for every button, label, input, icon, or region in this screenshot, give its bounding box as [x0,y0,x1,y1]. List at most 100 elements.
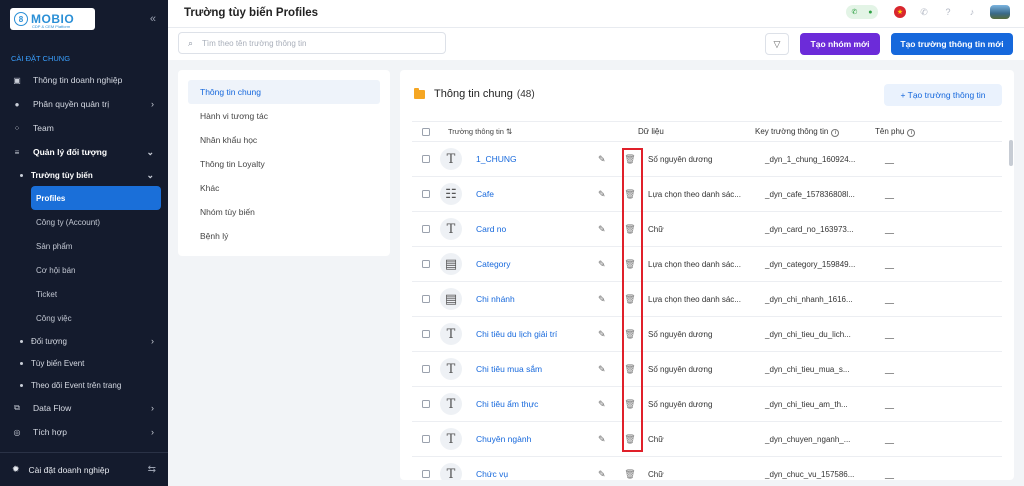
edit-icon[interactable]: ✎ [598,154,618,165]
page-title: Trường tùy biến Profiles [184,7,319,19]
row-checkbox[interactable] [422,365,430,373]
sidebar-leaf-tasks[interactable]: Công việc [31,306,161,330]
edit-icon[interactable]: ✎ [598,294,618,305]
row-checkbox[interactable] [422,295,430,303]
group-item-other[interactable]: Khác [188,176,380,200]
info-icon[interactable]: i [831,128,840,137]
table-row[interactable]: T Chuyên ngành ✎ 🗑 Chữ _dyn_chuyen_nganh… [412,422,1002,457]
group-item-general[interactable]: Thông tin chung [188,80,380,104]
field-key: _dyn_1_chung_160924... [765,154,856,164]
sidebar-item-business-info[interactable]: ▣ Thông tin doanh nghiệp [0,68,168,92]
create-group-button[interactable]: Tạo nhóm mới [800,33,880,55]
row-checkbox[interactable] [422,400,430,408]
header-field[interactable]: Trường thông tin ⇅ [440,127,618,136]
field-type-dropdown-icon: ▤ [440,253,462,275]
sidebar-section-title: CÀI ĐẶT CHUNG [11,54,71,63]
group-item-medical[interactable]: Bệnh lý [188,224,380,248]
edit-icon[interactable]: ✎ [598,329,618,340]
panel-title: Thông tin chung [434,88,513,100]
sidebar-sub-track-event[interactable]: Theo dõi Event trên trang [0,374,168,396]
table-row[interactable]: T Chức vụ ✎ 🗑 Chữ _dyn_chuc_vu_157586...… [412,457,1002,480]
info-icon[interactable]: i [907,128,916,137]
edit-icon[interactable]: ✎ [598,189,618,200]
field-type-dropdown-icon: ▤ [440,288,462,310]
phone-icon[interactable]: ✆ [918,6,930,18]
filter-button[interactable]: ▽ [765,33,789,55]
sidebar-leaf-products[interactable]: Sản phẩm [31,234,161,258]
row-checkbox[interactable] [422,155,430,163]
field-sub-name: __ [885,294,894,304]
table-row[interactable]: T Chi tiêu ẩm thực ✎ 🗑 Số nguyên dương _… [412,387,1002,422]
double-chevron-left-icon[interactable]: « [150,13,156,25]
field-key: _dyn_chi_tieu_mua_s... [765,364,850,374]
sidebar-leaf-profiles[interactable]: Profiles [31,186,161,210]
sort-icon[interactable]: ⇅ [506,127,512,136]
sidebar-footer-business-settings[interactable]: ✹ Cài đặt doanh nghiệp ⇆ [0,452,168,486]
edit-icon[interactable]: ✎ [598,224,618,235]
bell-icon[interactable]: ♪ [966,6,978,18]
edit-icon[interactable]: ✎ [598,469,618,480]
field-name-link[interactable]: Chi tiêu du lịch giải trí [472,329,598,339]
switch-icon[interactable]: ⇆ [148,464,156,475]
table-row[interactable]: ☷ Cafe ✎ 🗑 Lựa chọn theo danh sác... _dy… [412,177,1002,212]
table-row[interactable]: T 1_CHUNG ✎ 🗑 Số nguyên dương _dyn_1_chu… [412,142,1002,177]
search-input[interactable]: ⌕ Tìm theo tên trường thông tin [178,32,446,54]
row-checkbox[interactable] [422,190,430,198]
field-name-link[interactable]: Chuyên ngành [472,434,598,444]
help-icon[interactable]: ? [942,6,954,18]
field-name-link[interactable]: Chức vụ [472,469,598,479]
sidebar-item-integration[interactable]: ◎ Tích hợp › [0,420,168,444]
field-sub-name: __ [885,364,894,374]
create-field-button[interactable]: Tạo trường thông tin mới [891,33,1013,55]
edit-icon[interactable]: ✎ [598,364,618,375]
call-status-pill[interactable]: ✆ ● [846,5,878,19]
vietnam-flag-icon[interactable]: ★ [894,6,906,18]
edit-icon[interactable]: ✎ [598,399,618,410]
group-item-demographics[interactable]: Nhân khẩu học [188,128,380,152]
row-checkbox[interactable] [422,470,430,478]
edit-icon[interactable]: ✎ [598,259,618,270]
avatar[interactable] [990,5,1010,19]
field-name-link[interactable]: 1_CHUNG [472,154,598,164]
table-row[interactable]: T Card no ✎ 🗑 Chữ _dyn_card_no_163973...… [412,212,1002,247]
table-row[interactable]: ▤ Chi nhánh ✎ 🗑 Lựa chọn theo danh sác..… [412,282,1002,317]
select-all-checkbox[interactable] [422,127,430,136]
table-row[interactable]: ▤ Category ✎ 🗑 Lựa chọn theo danh sác...… [412,247,1002,282]
sidebar-item-permissions[interactable]: ● Phân quyền quản trị › [0,92,168,116]
sidebar-item-data-flow[interactable]: ⧉ Data Flow › [0,396,168,420]
field-key: _dyn_category_159849... [765,259,856,269]
group-item-behavior[interactable]: Hành vi tương tác [188,104,380,128]
trash-icon[interactable]: 🗑 [618,469,642,480]
sidebar-leaf-ticket[interactable]: Ticket [31,282,161,306]
field-name-link[interactable]: Card no [472,224,598,234]
row-checkbox[interactable] [422,330,430,338]
field-data-type: Số nguyên dương [648,399,713,409]
group-item-loyalty[interactable]: Thông tin Loyalty [188,152,380,176]
sidebar-sub-custom-fields[interactable]: Trường tùy biến ⌄ [0,164,168,186]
field-name-link[interactable]: Cafe [472,189,598,199]
sidebar-item-object-management[interactable]: ≡ Quản lý đối tượng ⌄ [0,140,168,164]
edit-icon[interactable]: ✎ [598,434,618,445]
row-checkbox[interactable] [422,225,430,233]
scrollbar[interactable] [1009,140,1013,166]
field-data-type: Chữ [648,434,664,444]
group-item-custom[interactable]: Nhóm tùy biến [188,200,380,224]
sidebar-sub-custom-event[interactable]: Tùy biến Event [0,352,168,374]
sidebar-item-team[interactable]: ⁘ Team [0,116,168,140]
field-name-link[interactable]: Chi tiêu mua sắm [472,364,598,374]
sidebar-leaf-account[interactable]: Công ty (Account) [31,210,161,234]
field-name-link[interactable]: Chi tiêu ẩm thực [472,399,598,409]
sidebar-leaf-opportunities[interactable]: Cơ hội bán [31,258,161,282]
field-type-text-icon: T [440,323,462,345]
row-checkbox[interactable] [422,260,430,268]
field-key: _dyn_chi_tieu_am_th... [765,399,848,409]
field-type-text-icon: T [440,148,462,170]
row-checkbox[interactable] [422,435,430,443]
mobio-logo[interactable]: 8 MOBIO CDP & CEM Platform [10,8,95,30]
field-name-link[interactable]: Chi nhánh [472,294,598,304]
table-row[interactable]: T Chi tiêu du lịch giải trí ✎ 🗑 Số nguyê… [412,317,1002,352]
sidebar-sub-objects[interactable]: Đối tượng › [0,330,168,352]
field-name-link[interactable]: Category [472,259,598,269]
table-row[interactable]: T Chi tiêu mua sắm ✎ 🗑 Số nguyên dương _… [412,352,1002,387]
add-field-button[interactable]: + Tạo trường thông tin [884,84,1002,106]
